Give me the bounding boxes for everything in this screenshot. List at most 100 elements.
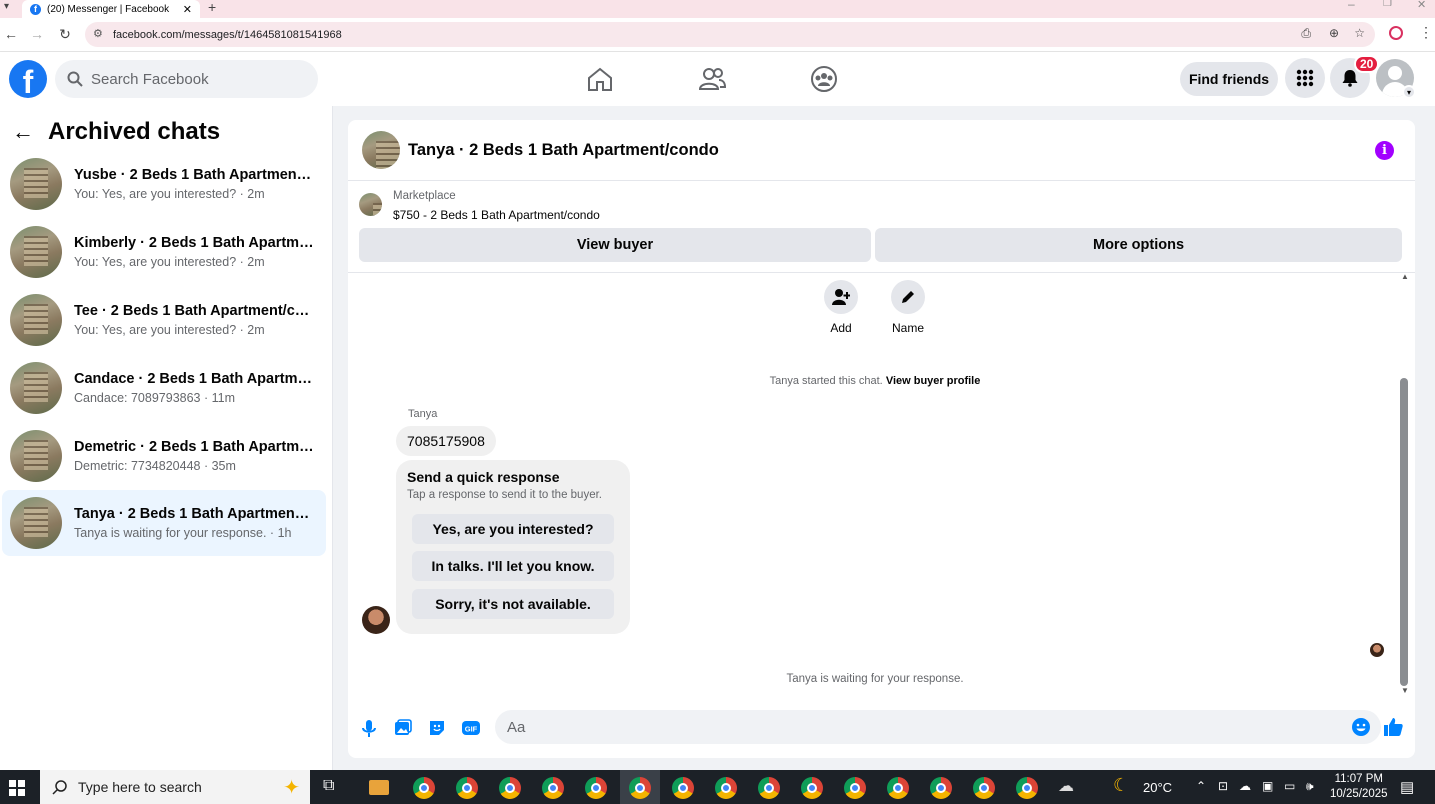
copilot-sparkle-icon[interactable]: ✦ — [283, 775, 300, 800]
chat-list-item[interactable]: Kimberly · 2 Beds 1 Bath Apartmen... You:… — [2, 219, 326, 285]
apps-grid-icon — [1296, 69, 1314, 87]
tray-onedrive-icon[interactable]: ☁ — [1239, 779, 1251, 793]
listing-title[interactable]: $750 - 2 Beds 1 Bath Apartment/condo — [393, 208, 600, 222]
chat-list-item-active[interactable]: Tanya · 2 Beds 1 Bath Apartment/c... Tany… — [2, 490, 326, 556]
minimize-icon[interactable]: – — [1348, 0, 1355, 11]
window-close-icon[interactable]: ✕ — [1417, 0, 1426, 11]
more-options-button[interactable]: More options — [875, 228, 1402, 262]
chrome-taskbar-icon[interactable] — [413, 777, 435, 799]
quick-response-button[interactable]: In talks. I'll let you know. — [412, 551, 614, 581]
waiting-notice: Tanya is waiting for your response. — [786, 673, 964, 685]
info-icon[interactable]: i — [1375, 141, 1394, 160]
chrome-taskbar-icon[interactable] — [585, 777, 607, 799]
home-icon[interactable] — [585, 64, 615, 94]
profile-icon[interactable] — [1389, 26, 1403, 40]
scroll-up-icon[interactable]: ▲ — [1401, 272, 1409, 281]
conversation-panel: Tanya · 2 Beds 1 Bath Apartment/condo i … — [348, 120, 1415, 758]
sender-avatar[interactable] — [362, 606, 390, 634]
listing-thumbnail — [10, 362, 62, 414]
tab-list-chevron-icon[interactable]: ▾ — [4, 1, 9, 12]
notification-center-icon[interactable]: ▤ — [1400, 778, 1414, 796]
message-composer: GIF Aa — [348, 710, 1415, 758]
message-text: 7085175908 — [407, 433, 485, 449]
back-arrow-icon[interactable]: ← — [12, 119, 34, 145]
volume-icon[interactable]: 🕪 — [1306, 779, 1314, 794]
archived-chats-sidebar: ← Archived chats Yusbe · 2 Beds 1 Bath A… — [0, 106, 333, 770]
network-icon[interactable]: ▭ — [1284, 779, 1295, 793]
file-explorer-icon[interactable] — [369, 780, 389, 795]
view-buyer-profile-link[interactable]: View buyer profile — [886, 375, 981, 387]
tray-display-icon[interactable]: ▣ — [1262, 779, 1273, 793]
chrome-taskbar-icon[interactable] — [499, 777, 521, 799]
install-app-icon[interactable]: ⎙ — [1301, 26, 1311, 41]
back-icon[interactable]: ← — [2, 26, 20, 42]
chat-list-item[interactable]: Candace · 2 Beds 1 Bath Apartmen... Canda… — [2, 355, 326, 421]
chrome-taskbar-icon[interactable] — [758, 777, 780, 799]
restore-icon[interactable]: ❐ — [1383, 0, 1392, 9]
quick-response-button[interactable]: Sorry, it's not available. — [412, 589, 614, 619]
chrome-taskbar-icon[interactable] — [715, 777, 737, 799]
chat-list-item[interactable]: Demetric · 2 Beds 1 Bath Apartme... Demet… — [2, 423, 326, 489]
browser-menu-icon[interactable]: ⋮ — [1419, 24, 1433, 41]
address-bar[interactable]: ⚙ facebook.com/messages/t/14645810815419… — [85, 22, 1375, 47]
chrome-taskbar-icon[interactable] — [930, 777, 952, 799]
tray-meet-icon[interactable]: ⊡ — [1218, 779, 1228, 793]
chrome-taskbar-icon[interactable] — [456, 777, 478, 799]
chrome-taskbar-icon-active[interactable] — [629, 777, 651, 799]
chrome-taskbar-icon[interactable] — [672, 777, 694, 799]
photo-icon[interactable] — [393, 718, 413, 738]
scroll-down-icon[interactable]: ▼ — [1401, 686, 1409, 695]
chat-list-item[interactable]: Tee · 2 Beds 1 Bath Apartment/con... You:… — [2, 287, 326, 353]
conversation-title[interactable]: Tanya · 2 Beds 1 Bath Apartment/condo — [408, 141, 719, 160]
chat-list-item[interactable]: Yusbe · 2 Beds 1 Bath Apartment/c... You:… — [2, 151, 326, 217]
menu-button[interactable] — [1285, 58, 1325, 98]
task-view-icon[interactable]: ⧉ — [323, 777, 334, 795]
site-info-icon[interactable]: ⚙ — [93, 27, 103, 40]
chat-name: Tanya · 2 Beds 1 Bath Apartment/c... — [74, 506, 314, 522]
moon-weather-icon[interactable]: ☾ — [1113, 775, 1129, 796]
scrollbar[interactable] — [1400, 378, 1408, 686]
sticker-icon[interactable] — [427, 718, 447, 738]
chrome-taskbar-icon[interactable] — [844, 777, 866, 799]
account-chevron-icon[interactable]: ▾ — [1402, 85, 1416, 99]
weather-app-icon[interactable]: ☁ — [1058, 776, 1074, 796]
chrome-taskbar-icon[interactable] — [973, 777, 995, 799]
add-person-button[interactable] — [824, 280, 858, 314]
add-action[interactable]: Add — [821, 280, 861, 335]
chrome-taskbar-icon[interactable] — [542, 777, 564, 799]
reload-icon[interactable]: ↻ — [56, 26, 74, 43]
gif-icon[interactable]: GIF — [461, 718, 481, 738]
new-tab-icon[interactable]: + — [208, 0, 216, 15]
add-label: Add — [830, 321, 852, 335]
temperature[interactable]: 20°C — [1143, 780, 1172, 795]
taskbar-clock[interactable]: 11:07 PM 10/25/2025 — [1330, 772, 1388, 802]
name-action[interactable]: Name — [888, 280, 928, 335]
notification-badge: 20 — [1354, 55, 1380, 73]
chrome-taskbar-icon[interactable] — [801, 777, 823, 799]
listing-thumbnail[interactable] — [362, 131, 400, 169]
thumbs-up-icon[interactable] — [1382, 716, 1404, 738]
browser-tab[interactable]: f (20) Messenger | Facebook ✕ — [22, 0, 200, 18]
taskbar-search-input[interactable]: Type here to search ✦ — [40, 770, 310, 804]
groups-icon[interactable] — [809, 64, 839, 94]
message-bubble[interactable]: 7085175908 — [396, 426, 496, 456]
quick-response-button[interactable]: Yes, are you interested? — [412, 514, 614, 544]
facebook-logo-icon[interactable]: f — [9, 60, 47, 98]
forward-icon[interactable]: → — [28, 26, 46, 42]
find-friends-button[interactable]: Find friends — [1180, 62, 1278, 96]
emoji-icon[interactable] — [1351, 717, 1371, 737]
bookmark-star-icon[interactable]: ☆ — [1354, 26, 1365, 40]
view-buyer-button[interactable]: View buyer — [359, 228, 871, 262]
chat-preview: You: Yes, are you interested? · 2m — [74, 323, 265, 337]
tray-chevron-icon[interactable]: ⌃ — [1196, 779, 1206, 793]
zoom-icon[interactable]: ⊕ — [1329, 26, 1339, 40]
friends-icon[interactable] — [697, 64, 727, 94]
close-tab-icon[interactable]: ✕ — [183, 3, 192, 16]
search-input[interactable]: Search Facebook — [55, 60, 318, 98]
windows-start-icon[interactable] — [9, 780, 25, 796]
message-input[interactable]: Aa — [495, 710, 1381, 744]
name-button[interactable] — [891, 280, 925, 314]
chrome-taskbar-icon[interactable] — [887, 777, 909, 799]
chrome-taskbar-icon[interactable] — [1016, 777, 1038, 799]
microphone-icon[interactable] — [359, 718, 379, 738]
